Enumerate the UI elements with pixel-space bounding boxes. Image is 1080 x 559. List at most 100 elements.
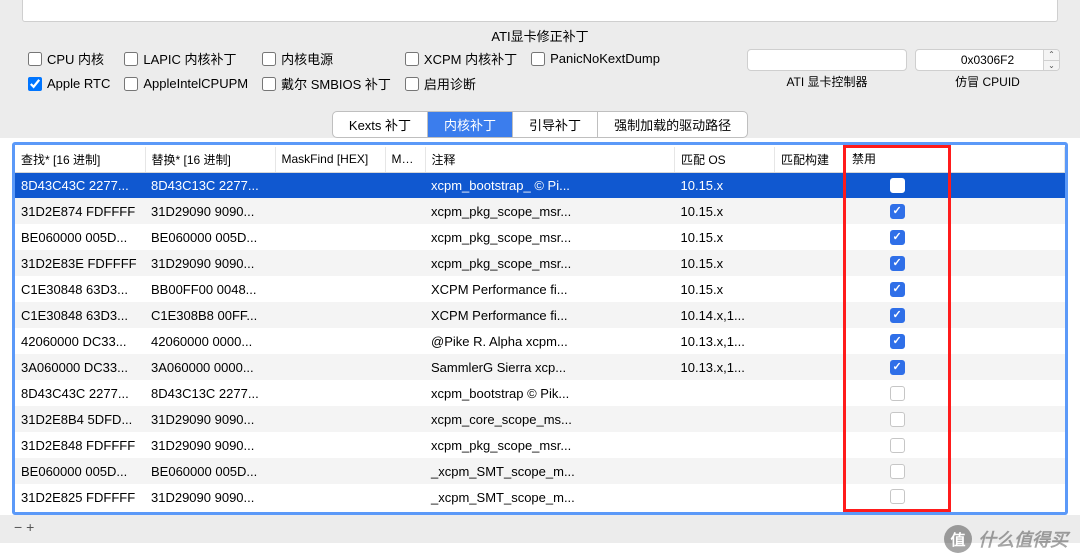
cell: 8D43C43C 2277... — [15, 380, 145, 406]
disabled-checkbox[interactable] — [890, 334, 905, 349]
cell — [775, 302, 845, 328]
cell — [950, 172, 1065, 198]
add-row-button[interactable]: + — [26, 519, 34, 535]
option-checkbox[interactable]: 内核电源 — [262, 49, 391, 68]
table-row[interactable]: BE060000 005D...BE060000 005D...xcpm_pkg… — [15, 224, 1065, 250]
disabled-checkbox[interactable] — [890, 412, 905, 427]
tab-2[interactable]: 引导补丁 — [513, 112, 598, 137]
table-row[interactable]: 42060000 DC33...42060000 0000...@Pike R.… — [15, 328, 1065, 354]
fake-cpuid-input[interactable] — [915, 49, 1060, 71]
cell — [385, 380, 425, 406]
checkbox-input[interactable] — [124, 77, 138, 91]
ati-header-textbox[interactable] — [22, 0, 1058, 22]
cell — [950, 328, 1065, 354]
cell — [275, 224, 385, 250]
cell — [775, 250, 845, 276]
cell: C1E308B8 00FF... — [145, 302, 275, 328]
column-header[interactable]: 替换* [16 进制] — [145, 147, 275, 173]
table-row[interactable]: BE060000 005D...BE060000 005D..._xcpm_SM… — [15, 458, 1065, 484]
table-row[interactable]: 31D2E8B4 5DFD...31D29090 9090...xcpm_cor… — [15, 406, 1065, 432]
option-checkbox[interactable]: Apple RTC — [28, 74, 110, 93]
fake-cpuid-label: 仿冒 CPUID — [955, 73, 1020, 90]
ati-controller-input[interactable] — [747, 49, 907, 71]
disabled-cell — [845, 302, 950, 328]
table-row[interactable]: 3A060000 DC33...3A060000 0000...SammlerG… — [15, 354, 1065, 380]
cell — [275, 198, 385, 224]
cell — [950, 432, 1065, 458]
cell — [385, 354, 425, 380]
stepper-down-icon[interactable]: ⌄ — [1044, 61, 1059, 71]
checkbox-input[interactable] — [405, 77, 419, 91]
checkbox-input[interactable] — [28, 77, 42, 91]
disabled-checkbox[interactable] — [890, 308, 905, 323]
tab-bar: Kexts 补丁内核补丁引导补丁强制加载的驱动路径 — [332, 111, 748, 138]
table-row[interactable]: 8D43C43C 2277...8D43C13C 2277...xcpm_boo… — [15, 172, 1065, 198]
tab-1[interactable]: 内核补丁 — [428, 112, 513, 137]
cell — [950, 380, 1065, 406]
column-header[interactable] — [950, 147, 1065, 173]
cell: 31D29090 9090... — [145, 198, 275, 224]
stepper-up-icon[interactable]: ⌃ — [1044, 50, 1059, 61]
cell: 8D43C43C 2277... — [15, 172, 145, 198]
option-checkbox[interactable]: PanicNoKextDump — [531, 49, 660, 68]
cell — [675, 380, 775, 406]
option-checkbox[interactable]: XCPM 内核补丁 — [405, 49, 517, 68]
disabled-checkbox[interactable] — [890, 438, 905, 453]
cpuid-stepper[interactable]: ⌃ ⌄ — [1043, 50, 1059, 70]
cell — [775, 198, 845, 224]
cell: 10.14.x,1... — [675, 302, 775, 328]
cell — [275, 354, 385, 380]
cell: SammlerG Sierra xcp... — [425, 354, 675, 380]
table-row[interactable]: 31D2E848 FDFFFF31D29090 9090...xcpm_pkg_… — [15, 432, 1065, 458]
table-row[interactable]: 31D2E83E FDFFFF31D29090 9090...xcpm_pkg_… — [15, 250, 1065, 276]
disabled-checkbox[interactable] — [890, 386, 905, 401]
ati-controller-label: ATI 显卡控制器 — [786, 73, 867, 90]
checkbox-input[interactable] — [262, 77, 276, 91]
disabled-checkbox[interactable] — [890, 282, 905, 297]
column-header[interactable]: 禁用 — [845, 147, 950, 173]
table-row[interactable]: C1E30848 63D3...C1E308B8 00FF...XCPM Per… — [15, 302, 1065, 328]
disabled-checkbox[interactable] — [890, 178, 905, 193]
checkbox-input[interactable] — [262, 52, 276, 66]
column-header[interactable]: 注释 — [425, 147, 675, 173]
cell: @Pike R. Alpha xcpm... — [425, 328, 675, 354]
table-row[interactable]: 31D2E874 FDFFFF31D29090 9090...xcpm_pkg_… — [15, 198, 1065, 224]
disabled-cell — [845, 458, 950, 484]
disabled-checkbox[interactable] — [890, 204, 905, 219]
tab-0[interactable]: Kexts 补丁 — [333, 112, 428, 137]
option-checkbox[interactable]: 戴尔 SMBIOS 补丁 — [262, 74, 391, 93]
cell: 3A060000 0000... — [145, 354, 275, 380]
cell — [385, 302, 425, 328]
option-checkbox[interactable]: CPU 内核 — [28, 49, 110, 68]
checkbox-input[interactable] — [405, 52, 419, 66]
remove-row-button[interactable]: − — [14, 519, 22, 535]
option-checkbox[interactable]: LAPIC 内核补丁 — [124, 49, 248, 68]
disabled-checkbox[interactable] — [890, 360, 905, 375]
cell — [275, 484, 385, 510]
table-row[interactable]: C1E30848 63D3...BB00FF00 0048...XCPM Per… — [15, 276, 1065, 302]
cell — [385, 484, 425, 510]
disabled-cell — [845, 432, 950, 458]
checkbox-input[interactable] — [124, 52, 138, 66]
cell — [775, 172, 845, 198]
column-header[interactable]: Mas... — [385, 147, 425, 173]
column-header[interactable]: MaskFind [HEX] — [275, 147, 385, 173]
disabled-checkbox[interactable] — [890, 464, 905, 479]
tab-3[interactable]: 强制加载的驱动路径 — [598, 112, 747, 137]
cell — [275, 432, 385, 458]
disabled-checkbox[interactable] — [890, 256, 905, 271]
option-checkbox[interactable]: 启用诊断 — [405, 74, 517, 93]
column-header[interactable]: 查找* [16 进制] — [15, 147, 145, 173]
cell: xcpm_bootstrap_ © Pi... — [425, 172, 675, 198]
checkbox-input[interactable] — [531, 52, 545, 66]
table-row[interactable]: 8D43C43C 2277...8D43C13C 2277...xcpm_boo… — [15, 380, 1065, 406]
column-header[interactable]: 匹配 OS — [675, 147, 775, 173]
table-row[interactable]: 31D2E825 FDFFFF31D29090 9090..._xcpm_SMT… — [15, 484, 1065, 510]
option-checkbox[interactable]: AppleIntelCPUPM — [124, 74, 248, 93]
checkbox-input[interactable] — [28, 52, 42, 66]
column-header[interactable]: 匹配构建 — [775, 147, 845, 173]
disabled-checkbox[interactable] — [890, 489, 905, 504]
option-label: Apple RTC — [47, 76, 110, 91]
disabled-checkbox[interactable] — [890, 230, 905, 245]
cell: BB00FF00 0048... — [145, 276, 275, 302]
